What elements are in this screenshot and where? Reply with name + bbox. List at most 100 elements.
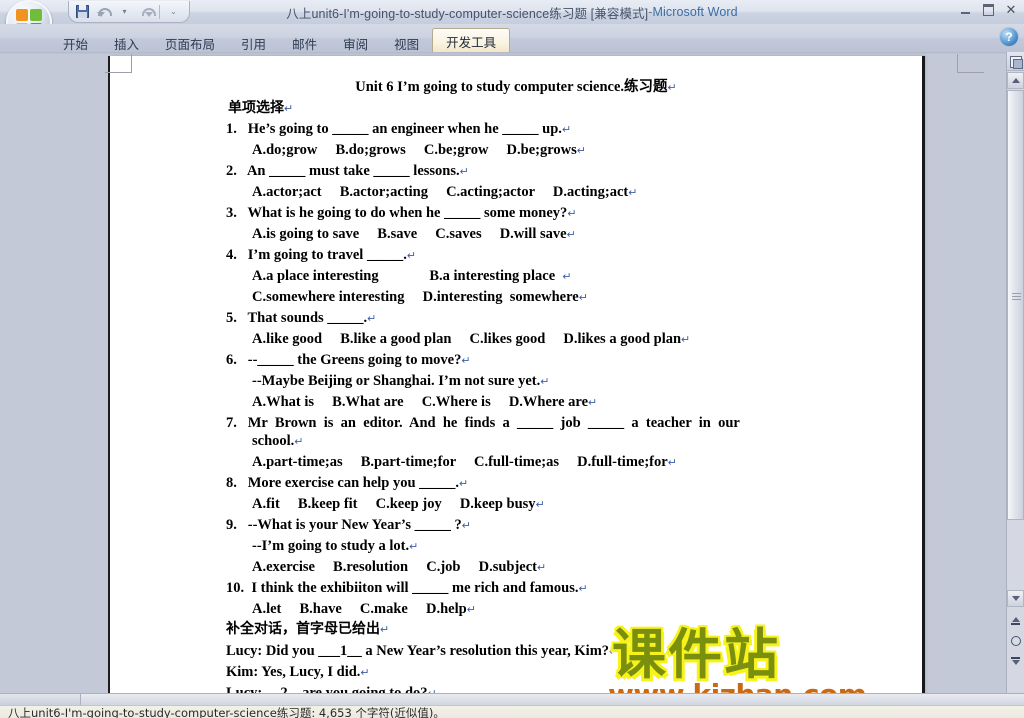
paragraph-mark-icon: ↵	[578, 583, 588, 595]
document-line: --Maybe Beijing or Shanghai. I’m not sur…	[252, 374, 922, 390]
paragraph-mark-icon: ↵	[566, 229, 576, 241]
paragraph-mark-icon: ↵	[461, 520, 471, 532]
browse-object-icon	[1010, 635, 1021, 646]
ribbon-tab-bar: 开始 插入 页面布局 引用 邮件 审阅 视图 开发工具 ?	[0, 24, 1024, 54]
undo-dropdown-button[interactable]: ▾	[115, 3, 134, 21]
paragraph-mark-icon: ↵	[609, 646, 619, 658]
double-up-arrow-icon	[1011, 616, 1020, 625]
document-line: 9. --What is your New Year’s _____ ?↵	[226, 518, 922, 534]
paragraph-mark-icon: ↵	[284, 103, 294, 115]
document-line-text: 3. What is he going to do when he _____ …	[226, 205, 568, 221]
document-line-text: Kim: Yes, Lucy, I did.	[226, 664, 361, 680]
paragraph-mark-icon: ↵	[380, 624, 390, 636]
document-line-text: Lucy: Did you ___1__ a New Year’s resolu…	[226, 643, 610, 659]
document-line-text: A.a place interesting B.a interesting pl…	[252, 268, 563, 284]
document-line-text: A.What is B.What are C.Where is D.Where …	[252, 394, 589, 410]
document-line: 1. He’s going to _____ an engineer when …	[226, 122, 922, 138]
document-line: A.is going to save B.save C.saves D.will…	[252, 227, 922, 243]
document-line-text: 9. --What is your New Year’s _____ ?	[226, 517, 462, 533]
customize-quick-access-button[interactable]: ⌄	[164, 3, 183, 21]
paragraph-mark-icon: ↵	[667, 82, 677, 94]
save-button[interactable]	[73, 3, 92, 21]
document-line: 4. I’m going to travel _____.↵	[226, 248, 922, 264]
help-button[interactable]: ?	[1000, 28, 1018, 46]
close-button[interactable]: ✕	[1000, 1, 1022, 18]
scrollbar-thumb[interactable]	[1007, 90, 1024, 520]
document-line-text: 5. That sounds _____.	[226, 310, 368, 326]
undo-button[interactable]	[94, 3, 113, 21]
scroll-down-button[interactable]	[1007, 590, 1024, 607]
word-application-window: 八上unit6-I'm-going-to-study-computer-scie…	[0, 0, 1024, 718]
document-line-text: 补全对话，首字母已给出	[226, 621, 380, 637]
document-line: 5. That sounds _____.↵	[226, 311, 922, 327]
minimize-button[interactable]	[954, 1, 976, 18]
document-line: Lucy: Did you ___1__ a New Year’s resolu…	[226, 644, 922, 660]
document-line: C.somewhere interesting D.interesting so…	[252, 290, 922, 306]
document-line-text: school.	[252, 433, 295, 449]
paragraph-mark-icon: ↵	[567, 208, 577, 220]
document-line-text: A.exercise B.resolution C.job D.subject	[252, 559, 538, 575]
quick-access-toolbar: ▾ ⌄	[68, 1, 190, 23]
document-line: 7. Mr Brown is an editor. And he finds a…	[226, 416, 922, 431]
document-text-body[interactable]: Unit 6 I’m going to study computer scien…	[110, 56, 922, 694]
select-browse-object-button[interactable]	[1007, 632, 1024, 649]
document-line-text: A.fit B.keep fit C.keep joy D.keep busy	[252, 496, 536, 512]
window-title-app: Microsoft Word	[652, 5, 738, 19]
document-line-text: A.do;grow B.do;grows C.be;grow D.be;grow…	[252, 142, 577, 158]
document-line: --I’m going to study a lot.↵	[252, 539, 922, 555]
document-line: 3. What is he going to do when he _____ …	[226, 206, 922, 222]
paragraph-mark-icon: ↵	[576, 145, 586, 157]
ruler-icon	[1010, 55, 1023, 69]
restore-button[interactable]	[977, 1, 999, 18]
scrollbar-grip-icon	[1012, 293, 1021, 300]
chevron-down-icon	[1011, 596, 1020, 601]
scroll-up-button[interactable]	[1007, 72, 1024, 89]
document-line: A.part-time;as B.part-time;for C.full-ti…	[252, 455, 922, 471]
document-line: 10. I think the exhibiiton will _____ me…	[226, 581, 922, 597]
tab-developer[interactable]: 开发工具	[432, 28, 511, 54]
document-line-text: 8. More exercise can help you _____.	[226, 475, 460, 491]
paragraph-mark-icon: ↵	[628, 187, 638, 199]
document-line: Lucy: 2 are you going to do?↵	[226, 685, 922, 694]
document-line: 补全对话，首字母已给出↵	[226, 622, 922, 638]
document-line: 单项选择↵	[228, 101, 922, 117]
text-boundary-corner-top-left	[105, 54, 132, 73]
document-page[interactable]: Unit 6 I’m going to study computer scien…	[108, 56, 925, 694]
next-page-button[interactable]	[1007, 652, 1024, 669]
redo-icon	[139, 6, 156, 18]
document-line-text: A.like good B.like a good plan C.likes g…	[252, 331, 682, 347]
close-icon: ✕	[1005, 2, 1017, 17]
document-line: A.do;grow B.do;grows C.be;grow D.be;grow…	[252, 143, 922, 159]
toolbar-divider	[159, 4, 160, 19]
document-line: A.actor;act B.actor;acting C.acting;acto…	[252, 185, 922, 201]
paragraph-mark-icon: ↵	[588, 397, 598, 409]
document-line: A.fit B.keep fit C.keep joy D.keep busy↵	[252, 497, 922, 513]
customize-icon: ⌄	[170, 6, 177, 16]
paragraph-mark-icon: ↵	[562, 271, 572, 283]
view-ruler-button[interactable]	[1007, 52, 1024, 71]
paragraph-mark-icon: ↵	[561, 124, 572, 136]
horizontal-scrollbar-left-section[interactable]	[0, 694, 81, 705]
paragraph-mark-icon: ↵	[459, 166, 469, 178]
paragraph-mark-icon: ↵	[461, 355, 471, 367]
paragraph-mark-icon: ↵	[459, 478, 469, 490]
paragraph-mark-icon: ↵	[466, 604, 476, 616]
document-line-text: C.somewhere interesting D.interesting so…	[252, 289, 579, 305]
document-line-text: Lucy: 2 are you going to do?	[226, 685, 428, 694]
title-bar: 八上unit6-I'm-going-to-study-computer-scie…	[0, 0, 1024, 25]
status-bar: 八上unit6-I'm-going-to-study-computer-scie…	[0, 705, 1024, 718]
window-title-dash: -	[648, 5, 653, 19]
window-title-document: 八上unit6-I'm-going-to-study-computer-scie…	[286, 6, 649, 21]
chevron-up-icon	[1011, 78, 1020, 83]
document-line-text: A.is going to save B.save C.saves D.will…	[252, 226, 567, 242]
undo-icon	[96, 6, 112, 18]
document-line-text: Unit 6 I’m going to study computer scien…	[355, 79, 668, 95]
vertical-scrollbar[interactable]	[1006, 52, 1024, 693]
document-line: A.What is B.What are C.Where is D.Where …	[252, 395, 922, 411]
previous-page-button[interactable]	[1007, 612, 1024, 629]
paragraph-mark-icon: ↵	[294, 436, 304, 448]
document-line-text: A.let B.have C.make D.help	[252, 601, 467, 617]
document-line-text: 2. An _____ must take _____ lessons.	[226, 163, 460, 179]
redo-button[interactable]	[136, 3, 156, 21]
paragraph-mark-icon: ↵	[360, 667, 370, 679]
